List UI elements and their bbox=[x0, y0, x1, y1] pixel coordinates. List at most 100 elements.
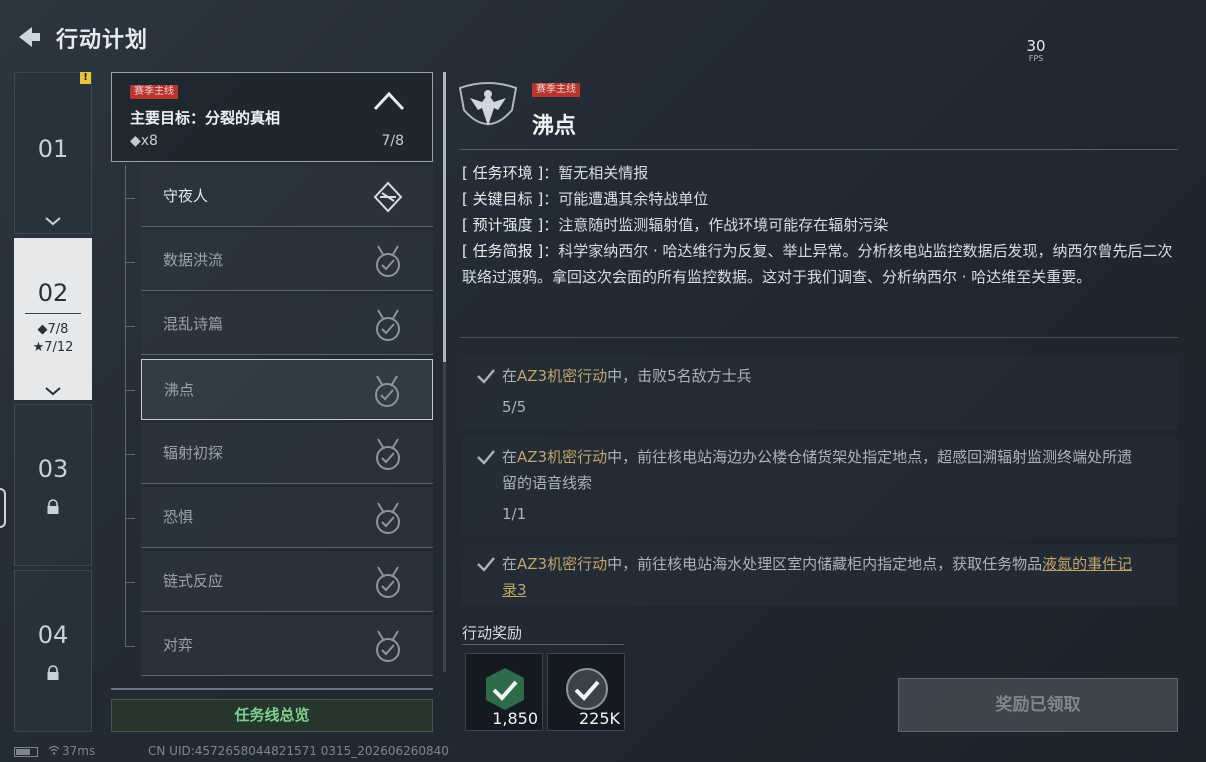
reward-amount: 1,850 bbox=[492, 709, 538, 728]
tree-tick bbox=[125, 518, 135, 519]
divider bbox=[462, 644, 624, 645]
objective-text: 在AZ3机密行动中，击败5名敌方士兵 bbox=[502, 363, 1142, 389]
info-key: [ 关键目标 ] bbox=[462, 190, 544, 208]
mission-name: 守夜人 bbox=[163, 187, 209, 205]
ping-value: 37ms bbox=[48, 744, 95, 758]
info-value: ：可能遭遇其余特战单位 bbox=[543, 190, 709, 208]
season-main-tag: 赛季主线 bbox=[532, 83, 580, 97]
operation-name: AZ3机密行动 bbox=[517, 448, 608, 466]
divider bbox=[111, 688, 433, 690]
ping-text: 37ms bbox=[62, 744, 96, 758]
medal-check-icon bbox=[372, 374, 402, 408]
objective-text-post: 中，前往核电站海水处理区室内储藏柜内指定地点，获取任务物品 bbox=[607, 555, 1043, 573]
operation-name: AZ3机密行动 bbox=[517, 367, 608, 385]
mission-item[interactable]: 链式反应 bbox=[141, 551, 433, 612]
objective-item: 在AZ3机密行动中，击败5名敌方士兵 5/5 bbox=[462, 356, 1178, 430]
alert-badge: ! bbox=[80, 72, 91, 84]
battery-icon bbox=[14, 746, 38, 757]
chevron-up-icon[interactable] bbox=[372, 89, 406, 113]
mission-line-title: 主要目标：分裂的真相 bbox=[130, 109, 281, 127]
tree-connector bbox=[125, 165, 126, 647]
mission-title: 沸点 bbox=[532, 114, 577, 139]
locked-diamond-icon bbox=[373, 180, 403, 214]
battery-indicator bbox=[14, 744, 46, 758]
fps-counter: 30 FPS bbox=[1018, 38, 1054, 63]
reward-amount: 225K bbox=[578, 709, 620, 728]
tree-tick bbox=[125, 262, 135, 263]
objective-text: 在AZ3机密行动中，前往核电站海水处理区室内储藏柜内指定地点，获取任务物品液氮的… bbox=[502, 551, 1142, 603]
objective-progress: 5/5 bbox=[502, 398, 527, 416]
user-uid: CN UID:4572658044821571 0315_20260626084… bbox=[148, 744, 449, 758]
divider bbox=[25, 313, 81, 314]
info-value: ：暂无相关情报 bbox=[543, 164, 649, 182]
reward-claimed-button[interactable]: 奖励已领取 bbox=[898, 678, 1178, 732]
chapter-number: 01 bbox=[37, 135, 69, 163]
scrollbar-thumb[interactable] bbox=[443, 72, 446, 362]
tree-tick bbox=[125, 198, 135, 199]
divider bbox=[460, 149, 1178, 150]
objective-progress: 1/1 bbox=[502, 505, 527, 523]
fps-unit: FPS bbox=[1028, 54, 1044, 63]
tree-tick bbox=[125, 646, 135, 647]
reward-item[interactable]: 225K bbox=[547, 653, 625, 731]
info-environment: [ 任务环境 ]：暂无相关情报 bbox=[462, 160, 1178, 186]
page-title: 行动计划 bbox=[56, 28, 149, 53]
objective-text-pre: 在 bbox=[502, 367, 518, 385]
mission-name: 辐射初探 bbox=[163, 444, 224, 462]
chapter-tab-03[interactable]: 03 bbox=[14, 404, 92, 566]
mission-item[interactable]: 数据洪流 bbox=[141, 230, 433, 291]
chevron-down-icon bbox=[15, 211, 91, 230]
fps-value: 30 bbox=[1026, 37, 1046, 55]
operation-name: AZ3机密行动 bbox=[517, 555, 608, 573]
check-icon bbox=[476, 368, 496, 384]
medal-check-icon bbox=[373, 501, 403, 535]
divider bbox=[460, 337, 1178, 338]
wifi-icon bbox=[48, 744, 62, 758]
mission-item-selected[interactable]: 沸点 bbox=[141, 359, 433, 420]
mission-name: 混乱诗篇 bbox=[163, 315, 224, 333]
medal-check-icon bbox=[373, 629, 403, 663]
tree-tick bbox=[125, 326, 135, 327]
tree-tick bbox=[125, 582, 135, 583]
mission-name: 对弈 bbox=[163, 636, 194, 654]
list-scrollbar[interactable] bbox=[443, 72, 446, 672]
info-key: [ 任务简报 ] bbox=[462, 242, 544, 260]
medal-check-icon bbox=[373, 308, 403, 342]
diamond-count: ◆x8 bbox=[130, 133, 158, 149]
medal-check-icon bbox=[373, 565, 403, 599]
mission-item[interactable]: 辐射初探 bbox=[141, 423, 433, 484]
mission-name: 数据洪流 bbox=[163, 251, 224, 269]
side-drawer-handle[interactable] bbox=[0, 488, 6, 528]
lock-icon bbox=[15, 665, 91, 685]
info-strength: [ 预计强度 ]：注意随时监测辐射值，作战环境可能存在辐射污染 bbox=[462, 212, 1178, 238]
chapter-tab-02[interactable]: 02 ◆7/8 ★7/12 bbox=[14, 238, 92, 400]
reward-item[interactable]: 1,850 bbox=[465, 653, 543, 731]
mission-item[interactable]: 混乱诗篇 bbox=[141, 294, 433, 355]
lock-icon bbox=[15, 499, 91, 519]
mission-item[interactable]: 守夜人 bbox=[141, 166, 433, 227]
tree-tick bbox=[125, 390, 135, 391]
objective-text-post: 中，击败5名敌方士兵 bbox=[607, 367, 752, 385]
info-key: [ 任务环境 ] bbox=[462, 164, 544, 182]
chevron-down-icon bbox=[15, 381, 91, 400]
chapter-number: 02 bbox=[37, 279, 69, 307]
info-value: ：科学家纳西尔 · 哈达维行为反复、举止异常。分析核电站监控数据后发现，纳西尔曾… bbox=[462, 242, 1173, 286]
xp-check-icon bbox=[486, 668, 524, 710]
chapter-number: 04 bbox=[37, 621, 69, 649]
back-arrow-icon[interactable] bbox=[14, 24, 42, 50]
mission-name: 沸点 bbox=[164, 381, 195, 399]
chapter-tab-04[interactable]: 04 bbox=[14, 570, 92, 732]
info-briefing: [ 任务简报 ]：科学家纳西尔 · 哈达维行为反复、举止异常。分析核电站监控数据… bbox=[462, 238, 1178, 290]
season-main-tag: 赛季主线 bbox=[130, 85, 178, 99]
mission-item[interactable]: 恐惧 bbox=[141, 487, 433, 548]
chapter-number: 03 bbox=[37, 455, 69, 483]
objective-text-pre: 在 bbox=[502, 448, 518, 466]
mission-line-header[interactable]: 赛季主线 主要目标：分裂的真相 ◆x8 7/8 bbox=[111, 72, 433, 162]
mission-item[interactable]: 对弈 bbox=[141, 615, 433, 676]
check-icon bbox=[476, 449, 496, 465]
chapter-tab-01[interactable]: 01 bbox=[14, 72, 92, 234]
info-value: ：注意随时监测辐射值，作战环境可能存在辐射污染 bbox=[543, 216, 889, 234]
mission-name: 恐惧 bbox=[163, 508, 194, 526]
mission-line-overview-button[interactable]: 任务线总览 bbox=[111, 699, 433, 732]
check-icon bbox=[476, 556, 496, 572]
